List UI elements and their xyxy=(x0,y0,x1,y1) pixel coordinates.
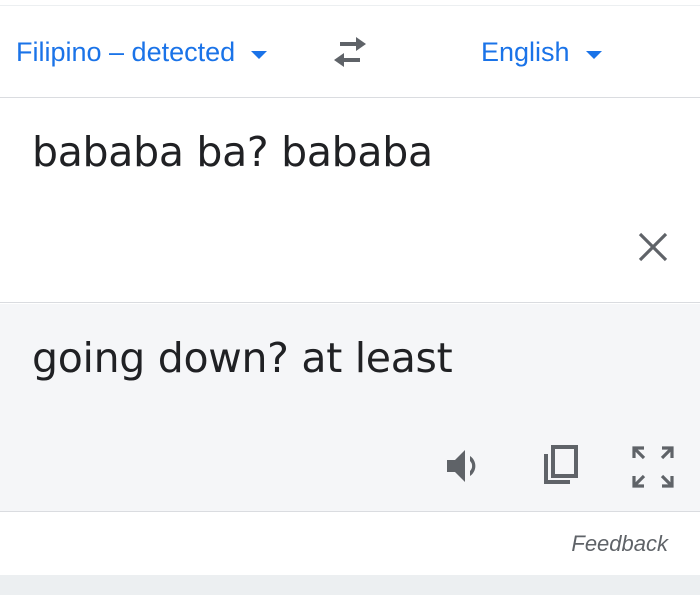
footer: Feedback xyxy=(0,513,700,575)
source-text-area[interactable]: bababa ba? bababa xyxy=(0,98,700,373)
top-divider xyxy=(0,0,700,6)
swap-icon xyxy=(334,37,366,67)
bottom-divider xyxy=(0,575,700,595)
copy-translation-button[interactable] xyxy=(538,442,582,490)
speaker-icon xyxy=(447,450,476,482)
close-icon xyxy=(638,232,668,262)
chevron-down-icon xyxy=(585,50,602,59)
source-language-label: Filipino – detected xyxy=(16,37,236,67)
swap-languages-button[interactable] xyxy=(326,33,374,71)
feedback-link[interactable]: Feedback xyxy=(571,531,668,557)
copy-icon xyxy=(544,445,578,484)
source-text[interactable]: bababa ba? bababa xyxy=(32,128,433,176)
source-language-selector[interactable]: Filipino – detected xyxy=(16,7,268,98)
language-bar: Filipino – detected English xyxy=(0,7,700,98)
fullscreen-button[interactable] xyxy=(630,444,676,490)
target-language-label: English xyxy=(481,37,570,67)
chevron-down-icon xyxy=(251,50,268,59)
clear-source-button[interactable] xyxy=(634,228,672,266)
target-language-selector[interactable]: English xyxy=(481,7,602,98)
listen-translation-button[interactable] xyxy=(443,444,487,488)
fullscreen-icon xyxy=(632,446,674,488)
translation-result-area: going down? at least xyxy=(0,304,700,512)
translation-text: going down? at least xyxy=(32,334,453,382)
